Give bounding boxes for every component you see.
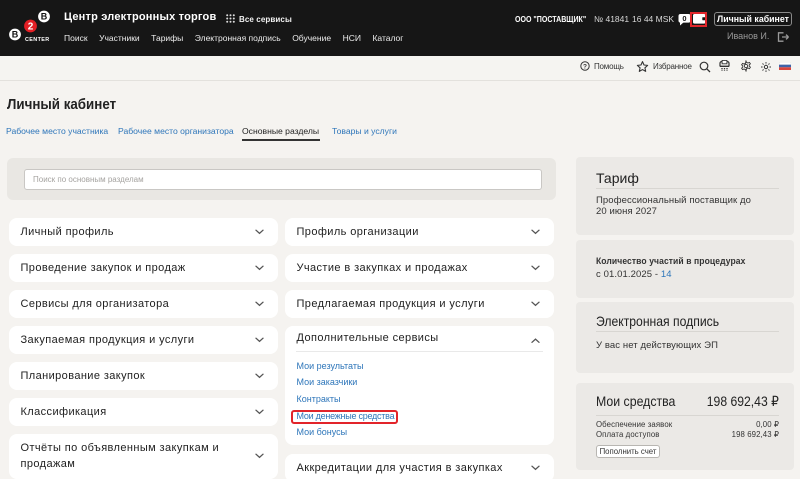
- svg-text:2: 2: [28, 22, 34, 33]
- svg-text:CENTER: CENTER: [25, 37, 50, 43]
- svg-text:B: B: [41, 12, 48, 22]
- svg-text:?: ?: [583, 63, 587, 70]
- svg-text:B: B: [12, 30, 19, 40]
- svg-text:0: 0: [682, 14, 686, 23]
